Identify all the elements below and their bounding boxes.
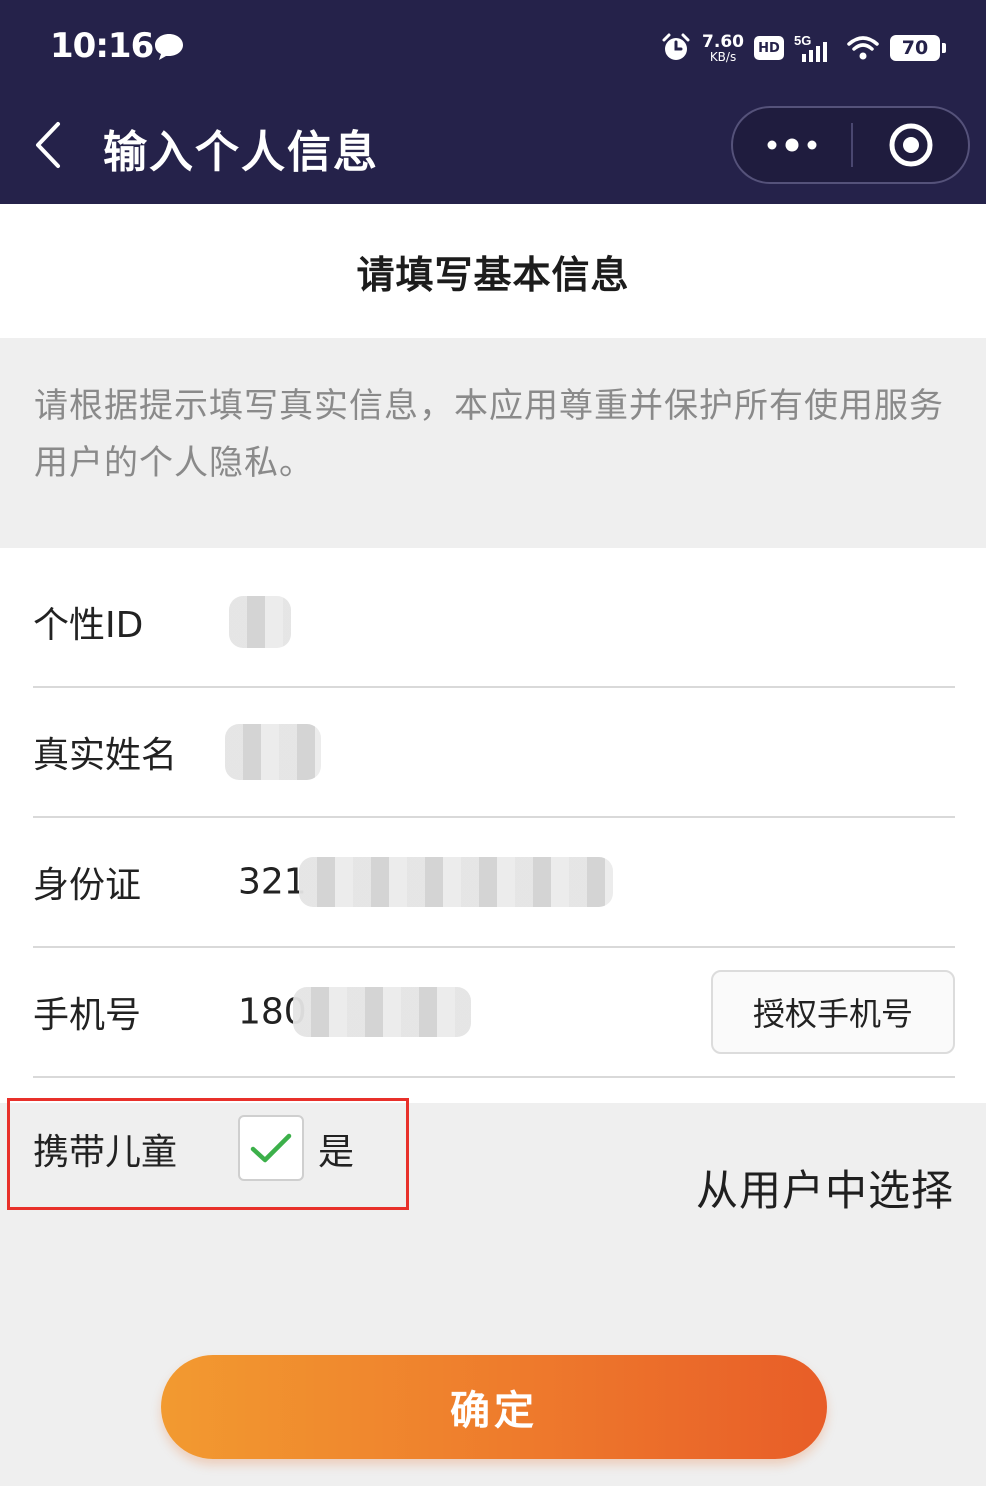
child-checkbox-text: 是 — [318, 1132, 355, 1173]
network-type-label: 5G — [794, 33, 811, 48]
authorize-phone-button[interactable]: 授权手机号 — [711, 970, 955, 1054]
close-mini-program-button[interactable] — [853, 108, 968, 182]
battery-icon: 70 — [890, 35, 946, 61]
target-circle-icon — [889, 123, 932, 167]
cellular-signal-icon: 5G — [794, 33, 827, 62]
heading-band: 请填写基本信息 — [0, 204, 986, 338]
id-card-value[interactable]: 321 — [238, 862, 307, 903]
phone-row: 手机号 180 授权手机号 — [33, 948, 955, 1078]
child-label: 携带儿童 — [33, 1132, 178, 1173]
nav-title: 输入个人信息 — [103, 127, 379, 178]
message-bubble-icon — [155, 34, 183, 60]
page-heading: 请填写基本信息 — [356, 252, 630, 297]
hd-icon: HD — [754, 36, 784, 60]
phone-label: 手机号 — [33, 995, 142, 1036]
chevron-left-icon[interactable] — [30, 118, 70, 172]
more-dots-icon — [767, 138, 817, 152]
net-speed-unit: KB/s — [709, 49, 737, 64]
wifi-icon — [847, 36, 879, 60]
more-button[interactable] — [733, 108, 851, 182]
real-name-row: 真实姓名 — [33, 688, 955, 818]
redacted-phone — [293, 987, 471, 1037]
network-speed: 7.60 KB/s — [702, 31, 744, 64]
child-checkbox[interactable] — [238, 1115, 304, 1181]
redacted-personal-id — [229, 596, 291, 648]
id-card-row: 身份证 321 — [33, 818, 955, 948]
real-name-label: 真实姓名 — [33, 735, 178, 776]
child-section: 携带儿童 是 从用户中选择 确定 — [0, 1098, 986, 1486]
notice-text: 请根据提示填写真实信息，本应用尊重并保护所有使用服务用户的个人隐私。 — [34, 386, 944, 483]
mini-program-capsule — [731, 106, 970, 184]
top-header: 10:16 7.60 KB/s HD 5G 70 输入个人信息 — [0, 0, 986, 204]
check-mark-icon — [250, 1133, 292, 1163]
personal-id-label: 个性ID — [33, 605, 144, 646]
privacy-notice: 请根据提示填写真实信息，本应用尊重并保护所有使用服务用户的个人隐私。 — [0, 338, 986, 548]
status-icons: 7.60 KB/s HD 5G 70 — [660, 28, 946, 68]
redacted-id-card — [299, 857, 613, 907]
net-speed-value: 7.60 — [702, 31, 744, 52]
select-from-users-link[interactable]: 从用户中选择 — [696, 1157, 954, 1218]
personal-id-row: 个性ID — [33, 558, 955, 688]
redacted-real-name — [225, 724, 321, 780]
confirm-button[interactable]: 确定 — [161, 1355, 827, 1459]
status-time: 10:16 — [50, 26, 154, 66]
info-form: 个性ID 真实姓名 身份证 321 手机号 180 授权手机号 — [0, 548, 986, 1103]
alarm-clock-icon — [662, 33, 690, 60]
id-card-label: 身份证 — [33, 865, 142, 906]
